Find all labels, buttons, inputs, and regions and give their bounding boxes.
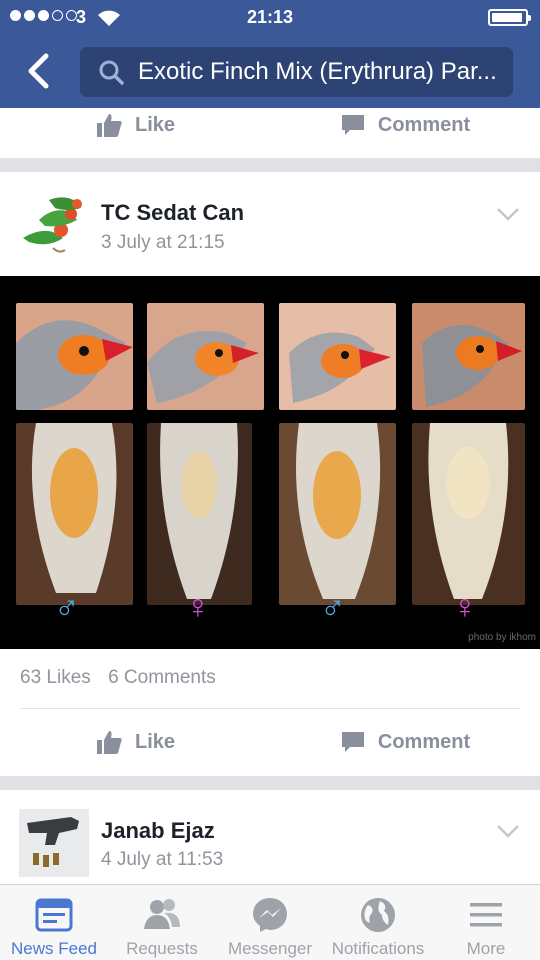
thumbs-up-icon [96,114,122,137]
author-avatar[interactable] [19,192,89,262]
like-label: Like [134,113,176,136]
tab-label: Notifications [331,939,425,958]
photo-panel [16,423,133,605]
female-symbol: ♀ [452,588,478,626]
chevron-down-icon[interactable] [496,824,520,838]
male-symbol: ♂ [54,588,80,626]
comment-label: Comment [377,113,471,136]
tab-bar: News Feed Requests Messenger Notificatio… [0,884,540,960]
search-icon [99,60,124,85]
photo-panel [147,423,252,605]
tab-notifications[interactable]: Notifications [324,885,432,960]
comment-button[interactable]: Comment [270,113,540,137]
tab-news-feed[interactable]: News Feed [0,885,108,960]
reaction-counts[interactable]: 63 Likes 6 Comments [20,667,216,689]
photo-panel [412,303,525,410]
female-symbol: ♀ [185,588,211,626]
photo-panel [147,303,264,410]
comment-icon [341,732,364,752]
like-label: Like [134,730,176,753]
photo-panel [279,423,396,605]
clock: 21:13 [246,7,294,27]
comment-button[interactable]: Comment [270,730,540,754]
battery-icon [488,9,531,26]
tab-label: Requests [126,939,198,958]
requests-icon [144,899,180,929]
chevron-down-icon[interactable] [496,207,520,221]
tab-label: News Feed [11,939,97,958]
menu-icon [470,903,502,927]
back-icon[interactable] [22,50,56,92]
messenger-icon [253,898,287,932]
tab-more[interactable]: More [432,885,540,960]
post-date[interactable]: 3 July at 21:15 [101,232,225,254]
tab-label: Messenger [227,939,313,958]
like-button[interactable]: Like [0,112,270,138]
male-symbol: ♂ [320,588,346,626]
post-author-name[interactable]: TC Sedat Can [101,200,244,226]
previous-post-actions: Like Comment [0,108,540,158]
photo-panel [279,303,396,410]
post-photo[interactable]: ♂ ♀ ♂ ♀ photo by ikhom [0,276,540,649]
photo-credit: photo by ikhom [468,632,536,643]
like-button[interactable]: Like [0,729,270,755]
tab-requests[interactable]: Requests [108,885,216,960]
status-bar: 3 21:13 [0,0,540,36]
comment-icon [341,115,364,135]
photo-panel [412,423,525,605]
likes-count[interactable]: 63 Likes [20,667,91,688]
divider [20,708,520,709]
top-bar: 3 21:13 Exotic Finch Mix (Erythrura) Par… [0,0,540,108]
next-post-author-name[interactable]: Janab Ejaz [101,818,215,844]
photo-panel [16,303,133,410]
tab-label: More [466,939,506,958]
comments-count[interactable]: 6 Comments [108,667,216,688]
globe-icon [361,898,395,932]
thumbs-up-icon [96,731,122,754]
next-author-avatar[interactable] [19,809,89,877]
next-post-date[interactable]: 4 July at 11:53 [101,849,223,871]
news-feed-icon [35,898,73,932]
post-actions: Like Comment [0,710,540,774]
search-text: Exotic Finch Mix (Erythrura) Par... [138,58,497,85]
search-field[interactable]: Exotic Finch Mix (Erythrura) Par... [80,47,513,97]
comment-label: Comment [377,730,471,753]
tab-messenger[interactable]: Messenger [216,885,324,960]
